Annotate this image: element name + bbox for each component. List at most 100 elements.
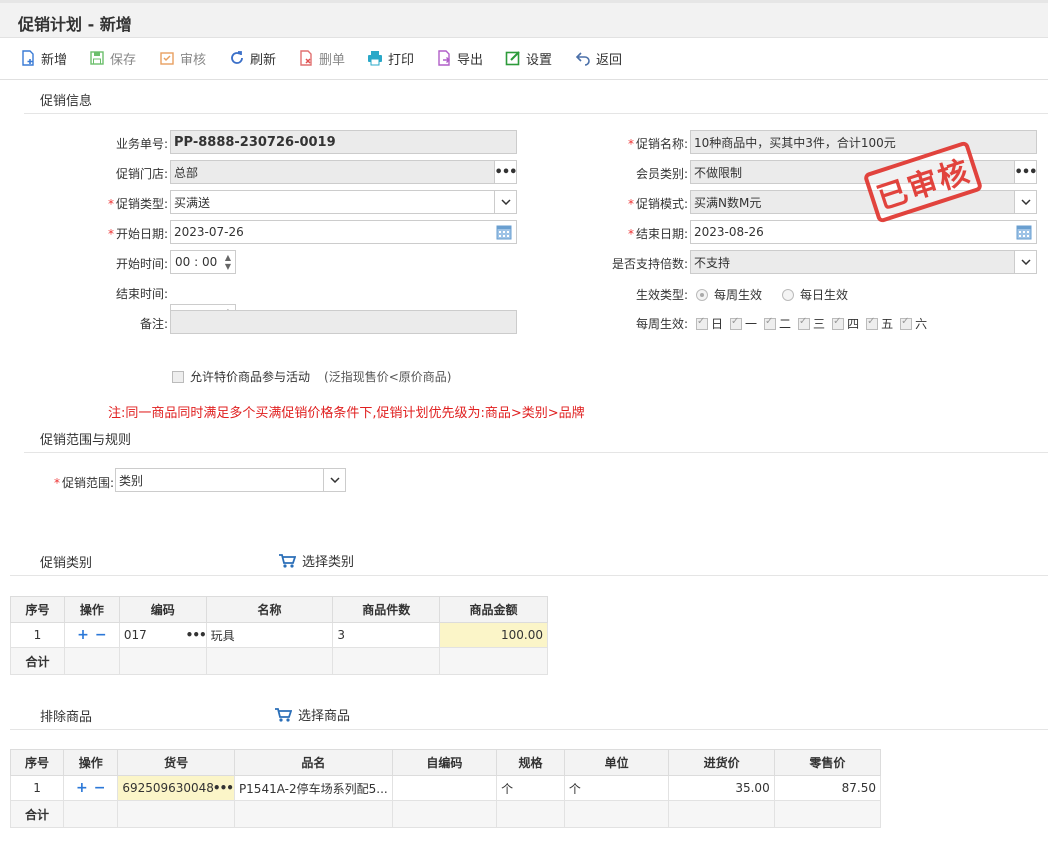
col-header: 进货价	[668, 749, 775, 776]
store-label: 促销门店:	[115, 167, 168, 181]
row-self-code	[391, 775, 498, 801]
save-button[interactable]: 保存	[89, 48, 136, 68]
row-actions: + −	[63, 622, 120, 648]
member-field[interactable]: 不做限制 •••	[690, 160, 1037, 184]
page-title: 促销计划 - 新增	[18, 15, 132, 34]
audit-button[interactable]: 审核	[159, 48, 206, 68]
store-value: 总部	[174, 165, 199, 180]
add-row-icon[interactable]: +	[77, 627, 89, 643]
row-retail: 87.50	[773, 775, 882, 801]
more-dots-icon[interactable]: •••	[1014, 161, 1037, 183]
delete-button[interactable]: 删单	[298, 48, 345, 68]
select-goods-button[interactable]: 选择商品	[274, 705, 350, 724]
divider	[10, 575, 1048, 576]
settings-button[interactable]: 设置	[505, 48, 552, 68]
start-time-input[interactable]: 00 : 00 ▲ ▼	[170, 250, 236, 274]
new-button[interactable]: 新增	[20, 48, 67, 68]
radio-weekly[interactable]	[696, 288, 708, 301]
table-row: 1 + − 692509630048 ••• P1541A-2停车场系列配5... …	[9, 775, 882, 801]
edit-settings-icon	[505, 51, 520, 66]
export-icon	[438, 50, 450, 66]
refresh-button[interactable]: 刷新	[229, 48, 276, 68]
more-dots-icon[interactable]: •••	[186, 628, 207, 642]
member-value: 不做限制	[694, 165, 743, 180]
end-time-label: 结束时间:	[115, 287, 168, 301]
col-header: 名称	[205, 596, 334, 623]
section-title-category: 促销类别	[40, 556, 93, 571]
row-sku-cell[interactable]: 692509630048 •••	[117, 775, 235, 801]
printer-icon	[368, 51, 382, 66]
mode-value: 买满N数M元	[694, 195, 762, 210]
col-header: 序号	[10, 596, 65, 623]
divider	[24, 113, 1048, 114]
more-dots-icon[interactable]: •••	[494, 161, 517, 183]
radio-daily[interactable]	[782, 288, 795, 301]
allow-special-checkbox[interactable]	[172, 370, 184, 383]
remove-row-icon[interactable]: −	[95, 627, 107, 643]
select-category-button[interactable]: 选择类别	[278, 551, 354, 570]
col-header: 操作	[63, 749, 119, 776]
toolbar: 新增 保存 审核 刷新 删单 打印 导出 设置 返回	[0, 38, 1048, 80]
start-date-input[interactable]: 2023-07-26	[170, 220, 517, 244]
add-row-icon[interactable]: +	[76, 780, 88, 796]
col-header: 规格	[496, 749, 565, 776]
weekday-checkbox[interactable]	[866, 316, 879, 330]
weekday-checkbox[interactable]	[832, 316, 845, 330]
chevron-down-icon[interactable]	[1014, 191, 1036, 213]
table-sum-row: 合计	[10, 647, 548, 675]
row-qty[interactable]: 3	[332, 622, 441, 648]
row-goods-name: P1541A-2停车场系列配5...	[233, 775, 393, 801]
weekday-checkbox[interactable]	[730, 316, 743, 330]
row-code-cell[interactable]: 017 •••	[118, 622, 207, 648]
cart-icon	[279, 553, 296, 568]
row-no: 1	[9, 775, 65, 801]
save-icon	[90, 51, 104, 65]
col-header: 单位	[563, 749, 670, 776]
calendar-icon[interactable]	[496, 224, 512, 240]
chevron-down-icon[interactable]	[323, 469, 345, 491]
type-value: 买满送	[174, 195, 211, 210]
mode-select[interactable]: 买满N数M元	[690, 190, 1037, 214]
weekday-checkbox[interactable]	[798, 316, 811, 330]
row-amount[interactable]: 100.00	[439, 622, 548, 648]
name-label: * 促销名称:	[627, 137, 688, 151]
col-header: 编码	[118, 596, 207, 623]
name-field[interactable]: 10种商品中，买其中3件，合计100元	[690, 130, 1037, 154]
chevron-down-icon[interactable]	[1014, 251, 1036, 273]
col-header: 货号	[117, 749, 235, 776]
remove-row-icon[interactable]: −	[94, 780, 106, 796]
export-button[interactable]: 导出	[436, 48, 483, 68]
spinner-arrows-icon[interactable]: ▲▼	[221, 251, 235, 273]
store-field[interactable]: 总部 •••	[170, 160, 517, 184]
start-time-label: 开始时间:	[115, 257, 168, 271]
category-table: 序号 操作 编码 名称 商品件数 商品金额 1 + − 017 ••• 玩具 3 1…	[10, 596, 548, 675]
print-button[interactable]: 打印	[367, 48, 414, 68]
col-header: 序号	[9, 749, 65, 776]
end-date-value: 2023-08-26	[694, 225, 764, 239]
doc-no-label: 业务单号:	[115, 137, 168, 151]
weekday-checkbox[interactable]	[900, 316, 913, 330]
weekday-checkbox[interactable]	[696, 316, 708, 330]
multiple-value: 不支持	[694, 255, 731, 270]
exclude-table: 序号 操作 货号 品名 自编码 规格 单位 进货价 零售价 1 + − 69250…	[9, 749, 882, 828]
col-header: 商品金额	[439, 596, 548, 623]
back-button[interactable]: 返回	[575, 48, 622, 68]
scope-select[interactable]: 类别	[115, 468, 346, 492]
end-date-input[interactable]: 2023-08-26	[690, 220, 1037, 244]
priority-note: 注:同一商品同时满足多个买满促销价格条件下,促销计划优先级为:商品>类别>品牌	[108, 406, 585, 421]
section-title-scope: 促销范围与规则	[40, 433, 132, 448]
cart-icon	[275, 707, 292, 722]
type-select[interactable]: 买满送	[170, 190, 517, 214]
effect-type-radios: 每周生效 每日生效	[696, 286, 848, 303]
multiple-select[interactable]: 不支持	[690, 250, 1037, 274]
more-dots-icon[interactable]: •••	[213, 781, 234, 795]
end-date-label: * 结束日期:	[627, 227, 688, 241]
calendar-icon[interactable]	[1016, 224, 1032, 240]
radio-weekly-label: 每周生效	[714, 288, 763, 302]
row-unit: 个	[563, 775, 670, 801]
table-header-row: 序号 操作 编码 名称 商品件数 商品金额	[10, 596, 548, 623]
start-date-label: * 开始日期:	[107, 227, 168, 241]
remark-field[interactable]	[170, 310, 517, 334]
weekday-checkbox[interactable]	[764, 316, 777, 330]
chevron-down-icon[interactable]	[494, 191, 516, 213]
